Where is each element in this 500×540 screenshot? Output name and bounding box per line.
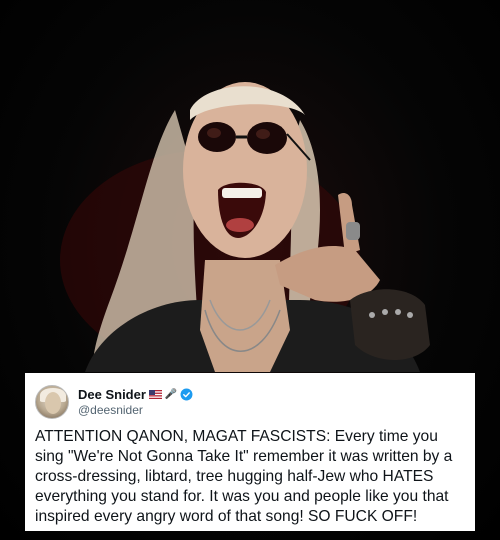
microphone-icon: 🎤 (164, 389, 178, 400)
us-flag-icon (148, 390, 162, 399)
avatar-face (45, 392, 61, 414)
display-name[interactable]: Dee Snider (78, 387, 146, 402)
tweet-text: ATTENTION QANON, MAGAT FASCISTS: Every t… (35, 428, 453, 525)
user-handle[interactable]: @deesnider (78, 403, 193, 417)
tweet-card: Dee Snider 🎤 @deesnider ATTENTION QANON,… (25, 373, 475, 531)
tweet-header: Dee Snider 🎤 @deesnider (35, 381, 465, 423)
tweet-author: Dee Snider 🎤 @deesnider (78, 387, 193, 417)
name-row: Dee Snider 🎤 (78, 387, 193, 402)
verified-badge-icon (180, 388, 193, 401)
avatar[interactable] (35, 385, 69, 419)
